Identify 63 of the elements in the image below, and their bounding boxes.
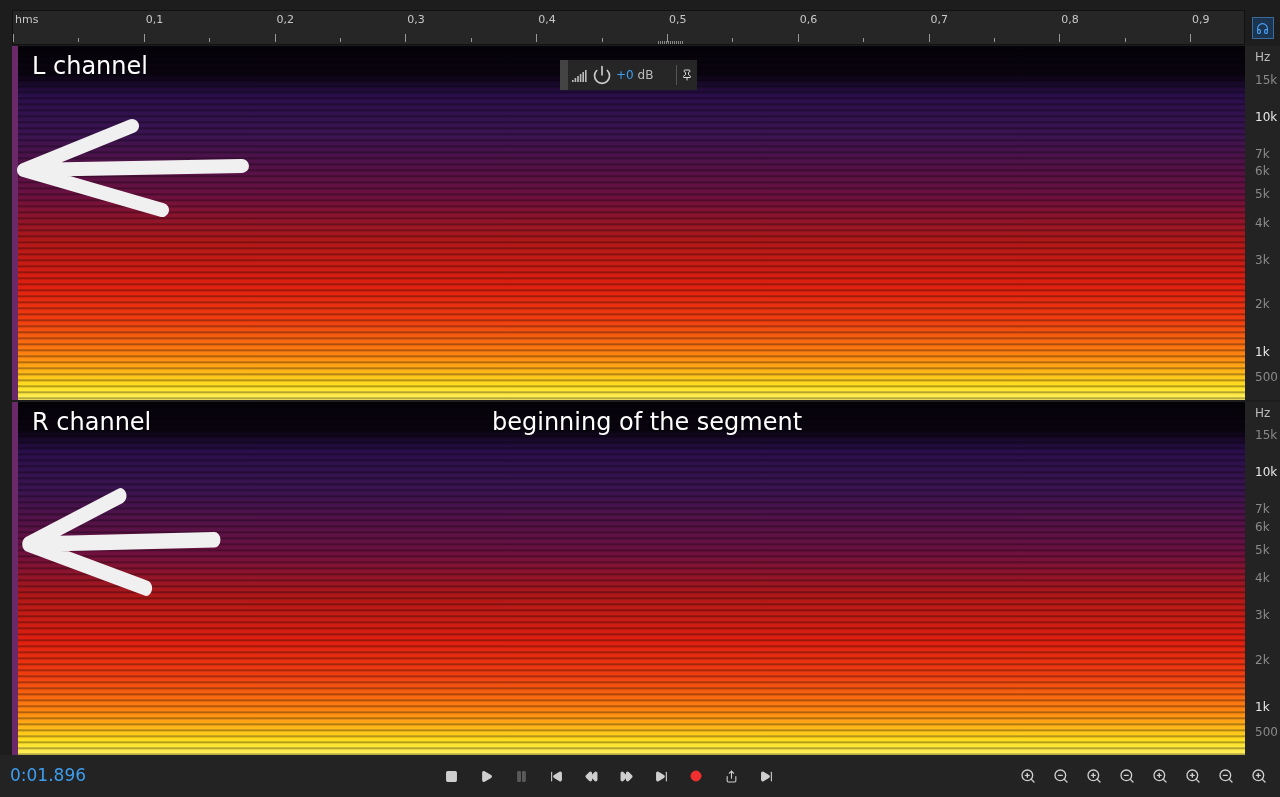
frequency-label: 4k — [1255, 570, 1270, 588]
stop-icon — [444, 769, 458, 783]
channel-label: L channel — [32, 51, 148, 82]
frequency-label: 5k — [1255, 541, 1270, 559]
zoom-in-icon — [1152, 768, 1168, 784]
zoom-out-icon — [1119, 768, 1135, 784]
share-icon — [724, 769, 738, 783]
axis-unit: Hz — [1255, 49, 1271, 66]
zoom-out-icon — [1218, 768, 1234, 784]
frequency-label: 15k — [1255, 71, 1278, 89]
gain-readout[interactable]: +0 dB — [616, 66, 654, 84]
frequency-label: 1k — [1255, 699, 1270, 717]
frequency-label: 10k — [1255, 464, 1278, 482]
ruler-label: 0,4 — [538, 12, 556, 28]
frequency-label: 5k — [1255, 186, 1270, 204]
frequency-label: 2k — [1255, 651, 1270, 669]
ruler-label: 0,9 — [1192, 12, 1210, 28]
fast-forward-icon — [619, 769, 633, 783]
frequency-label: 6k — [1255, 163, 1270, 181]
skip-back-icon — [549, 769, 563, 783]
pin-icon[interactable] — [681, 69, 693, 81]
ruler-label: 0,8 — [1061, 12, 1079, 28]
ruler-unit: hms — [15, 12, 39, 28]
record-icon — [690, 770, 702, 782]
frequency-label: 6k — [1255, 519, 1270, 536]
zoom-in-icon — [1020, 768, 1036, 784]
gain-knob-icon[interactable] — [592, 65, 612, 85]
drag-handle[interactable] — [560, 60, 568, 90]
time-display: 0:01.896 — [10, 764, 88, 788]
pause-icon — [514, 769, 528, 783]
headphones-icon — [1256, 21, 1269, 35]
frequency-label: 7k — [1255, 501, 1270, 519]
play-icon — [479, 769, 493, 783]
frequency-label: 15k — [1255, 427, 1278, 445]
ruler-label: 0,3 — [407, 12, 425, 28]
volume-bars-icon — [572, 68, 588, 82]
channel-label: R channel — [32, 406, 152, 438]
zoom-out-icon — [1053, 768, 1069, 784]
frequency-label: 3k — [1255, 607, 1270, 625]
zoom-in-icon — [1185, 768, 1201, 784]
skip-forward-icon — [759, 769, 773, 783]
frequency-label: 10k — [1255, 108, 1278, 126]
frequency-label: 3k — [1255, 251, 1270, 269]
ruler-label: 0,6 — [799, 12, 818, 28]
annotation-text: beginning of the segment — [492, 406, 803, 438]
frequency-label: 500 — [1255, 368, 1278, 386]
axis-unit: Hz — [1255, 404, 1271, 422]
ruler-label: 0,1 — [145, 12, 164, 28]
frequency-label: 4k — [1255, 214, 1270, 232]
frequency-label: 500 — [1255, 724, 1278, 741]
ruler-label: 0,2 — [276, 12, 295, 28]
zoom-in-icon — [1251, 768, 1267, 784]
frequency-label: 7k — [1255, 145, 1270, 163]
zoom-in-icon — [1086, 768, 1102, 784]
ruler-label: 0,7 — [930, 12, 948, 28]
resize-grip[interactable] — [658, 41, 684, 44]
frequency-label: 1k — [1255, 343, 1270, 361]
rewind-icon — [584, 769, 598, 783]
skip-forward-icon — [654, 769, 668, 783]
frequency-label: 2k — [1255, 296, 1270, 314]
time-ruler[interactable]: hms 0,1 0,2 0,3 0,4 0,5 0,6 0,7 0,8 0,9 — [12, 10, 1245, 45]
ruler-label: 0,5 — [668, 12, 687, 28]
monitor-button[interactable] — [1251, 17, 1274, 39]
